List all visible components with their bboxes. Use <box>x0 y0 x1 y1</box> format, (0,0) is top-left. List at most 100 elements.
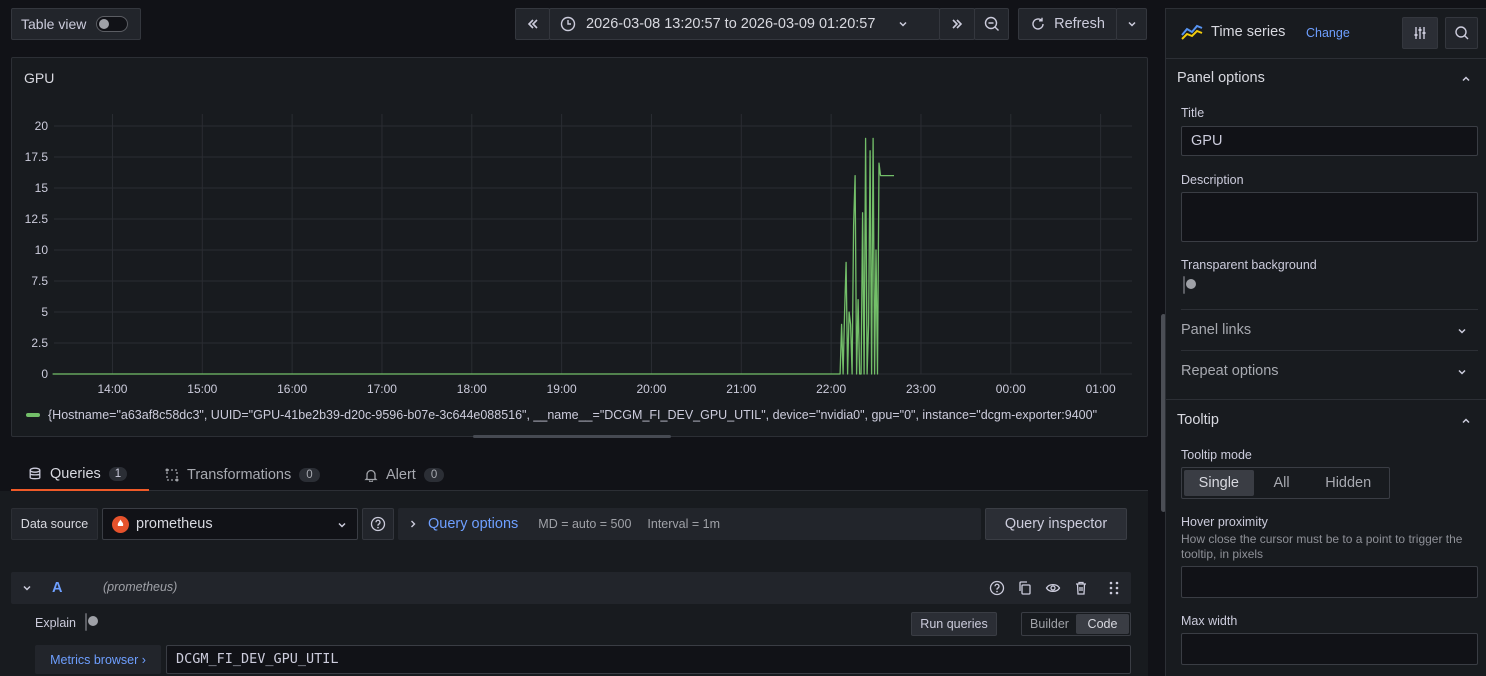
time-series-chart[interactable]: 20 17.5 15 12.5 10 7.5 5 2.5 0 14:00 15:00 16:00 17:… <box>12 58 1149 398</box>
x-tick-label: 16:00 <box>277 382 307 396</box>
table-view-label: Table view <box>21 16 87 32</box>
tab-queries[interactable]: Queries 1 <box>11 458 149 491</box>
refresh-icon <box>1032 17 1044 30</box>
repeat-options-heading[interactable]: Repeat options <box>1181 363 1279 379</box>
query-row-header <box>11 572 1131 604</box>
transparent-background-switch[interactable] <box>1183 276 1185 294</box>
change-viz-link[interactable]: Change <box>1306 26 1350 40</box>
explain-label: Explain <box>35 616 76 630</box>
tooltip-mode-hidden[interactable]: Hidden <box>1309 475 1387 491</box>
description-label: Description <box>1181 173 1244 187</box>
chevron-down-icon[interactable] <box>1456 325 1468 337</box>
zoom-out-icon <box>984 16 999 31</box>
help-icon[interactable] <box>989 580 1005 596</box>
database-icon <box>29 467 41 479</box>
chevron-right-icon <box>411 520 416 528</box>
data-source-label: Data source <box>11 508 98 540</box>
max-width-input[interactable] <box>1181 633 1478 665</box>
tab-alert[interactable]: Alert 0 <box>364 458 445 491</box>
data-source-name: prometheus <box>136 516 213 532</box>
collapse-chevron-icon[interactable] <box>21 582 33 594</box>
editor-mode-radio-group: Builder Code <box>1021 612 1131 636</box>
tab-transformations[interactable]: Transformations 0 <box>165 458 320 491</box>
chevron-down-icon <box>1127 21 1136 27</box>
data-source-help-button[interactable] <box>362 508 394 540</box>
tooltip-mode-radio-group: Single All Hidden <box>1181 467 1390 499</box>
query-inspector-button[interactable]: Query inspector <box>985 508 1127 540</box>
tab-alert-label: Alert <box>386 466 416 483</box>
trash-icon[interactable] <box>1073 580 1089 596</box>
time-range-picker[interactable]: 2026-03-08 13:20:57 to 2026-03-09 01:20:… <box>549 8 940 40</box>
x-tick-label: 00:00 <box>996 382 1026 396</box>
chevrons-left-icon <box>527 19 538 29</box>
options-filter-button[interactable] <box>1402 17 1438 49</box>
transform-icon <box>165 468 179 481</box>
divider <box>1181 309 1478 310</box>
legend-color-swatch <box>26 413 40 417</box>
x-tick-label: 14:00 <box>97 382 127 396</box>
x-tick-label: 23:00 <box>906 382 936 396</box>
time-series-viz-icon <box>1181 24 1203 40</box>
query-ref-id[interactable]: A <box>52 580 62 596</box>
table-view-toggle-group[interactable]: Table view <box>11 8 141 40</box>
query-options-label: Query options <box>428 516 519 532</box>
options-search-button[interactable] <box>1445 17 1478 49</box>
x-tick-label: 01:00 <box>1086 382 1116 396</box>
title-label: Title <box>1181 106 1205 120</box>
query-options-interval: Interval = 1m <box>647 517 721 531</box>
max-width-label: Max width <box>1181 614 1238 628</box>
time-range-back-button[interactable] <box>515 8 550 40</box>
time-range-forward-button[interactable] <box>939 8 975 40</box>
query-options-bar[interactable]: Query options MD = auto = 500 Interval =… <box>398 508 981 540</box>
x-tick-label: 21:00 <box>726 382 756 396</box>
refresh-label: Refresh <box>1054 16 1105 32</box>
x-tick-label: 19:00 <box>547 382 577 396</box>
explain-switch[interactable] <box>85 613 87 631</box>
query-options-md: MD = auto = 500 <box>538 517 632 531</box>
refresh-interval-dropdown[interactable] <box>1116 8 1147 40</box>
tooltip-mode-all[interactable]: All <box>1256 475 1308 491</box>
zoom-out-button[interactable] <box>974 8 1009 40</box>
section-divider <box>1166 399 1486 400</box>
refresh-button[interactable]: Refresh <box>1018 8 1117 40</box>
title-input[interactable]: GPU <box>1181 126 1478 156</box>
mode-code[interactable]: Code <box>1076 614 1129 634</box>
chevron-up-icon[interactable] <box>1460 73 1472 85</box>
panel-options-heading[interactable]: Panel options <box>1177 70 1265 86</box>
tooltip-mode-single[interactable]: Single <box>1184 470 1254 496</box>
tooltip-heading[interactable]: Tooltip <box>1177 412 1219 428</box>
tab-alert-count: 0 <box>423 467 445 482</box>
time-range-text: 2026-03-08 13:20:57 to 2026-03-09 01:20:… <box>586 16 876 32</box>
tab-transformations-label: Transformations <box>187 466 292 483</box>
tab-queries-label: Queries <box>50 465 101 482</box>
options-header-divider <box>1166 58 1486 59</box>
table-view-switch[interactable] <box>96 16 129 32</box>
run-queries-button[interactable]: Run queries <box>911 612 997 636</box>
x-tick-label: 17:00 <box>367 382 397 396</box>
duplicate-icon[interactable] <box>1017 580 1033 596</box>
promql-query-input[interactable]: DCGM_FI_DEV_GPU_UTIL <box>166 645 1131 674</box>
series-line <box>52 137 894 375</box>
prometheus-logo-icon <box>112 515 129 533</box>
sliders-icon <box>1414 27 1426 39</box>
metrics-browser-button[interactable]: Metrics browser › <box>35 645 161 674</box>
viz-name: Time series <box>1211 24 1286 40</box>
hover-proximity-input[interactable] <box>1181 566 1478 598</box>
panel-links-heading[interactable]: Panel links <box>1181 322 1251 338</box>
x-tick-label: 20:00 <box>636 382 666 396</box>
chevron-up-icon[interactable] <box>1460 415 1472 427</box>
legend-item[interactable]: {Hostname="a63af8c58dc3", UUID="GPU-41be… <box>26 408 1146 422</box>
description-textarea[interactable] <box>1181 192 1478 242</box>
eye-icon[interactable] <box>1045 580 1061 596</box>
tab-queries-count: 1 <box>108 466 128 481</box>
tooltip-mode-label: Tooltip mode <box>1181 448 1252 462</box>
drag-handle-icon[interactable] <box>1108 580 1120 596</box>
chevron-down-icon[interactable] <box>1456 366 1468 378</box>
panel-resize-handle[interactable] <box>473 435 671 438</box>
panel: GPU 20 17.5 15 12.5 10 7.5 5 2.5 0 14:00 15:00 16:0… <box>11 57 1148 437</box>
data-source-picker[interactable]: prometheus <box>102 508 358 540</box>
clock-icon <box>560 16 576 32</box>
mode-builder[interactable]: Builder <box>1023 617 1076 631</box>
y-tick-label: 20 <box>35 119 49 133</box>
chevron-down-icon <box>899 21 907 27</box>
